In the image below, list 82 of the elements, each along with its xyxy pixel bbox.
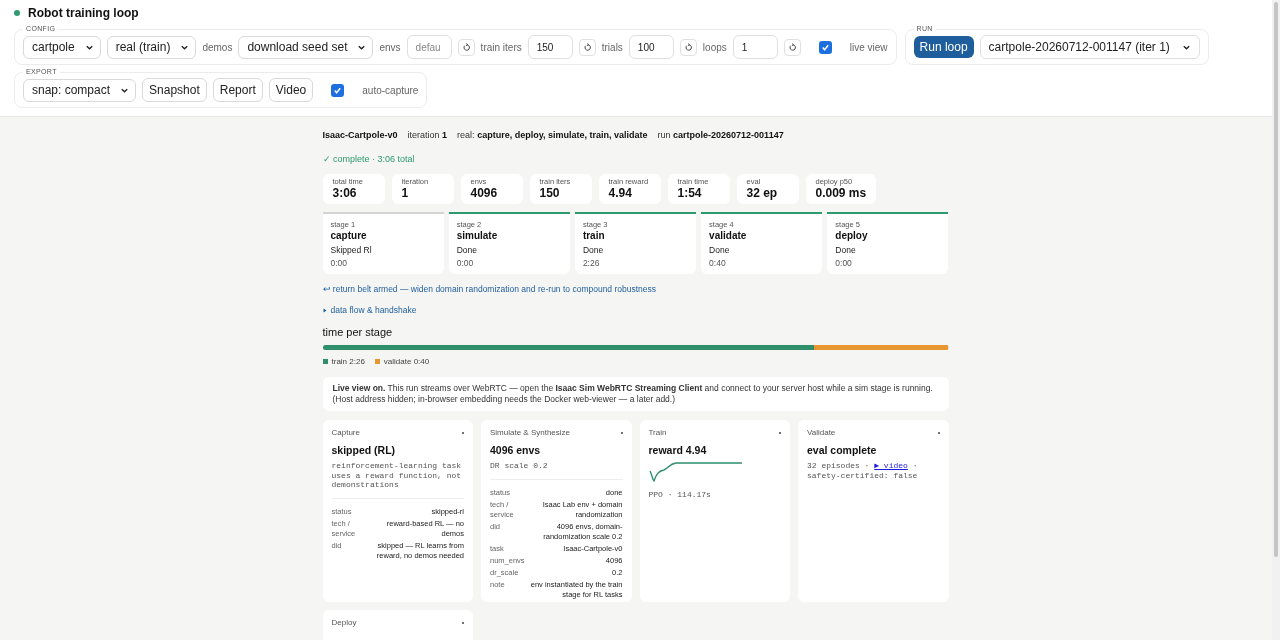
metric-value: 1:54 <box>677 186 703 202</box>
checkbox[interactable] <box>818 40 832 54</box>
card-title: Simulate & Synthesize <box>490 426 571 439</box>
legend-label: train 2:26 <box>331 355 365 368</box>
field-label: demos <box>202 40 233 55</box>
scrollbar[interactable] <box>1272 0 1280 640</box>
video-link[interactable]: ▶ video <box>874 461 908 471</box>
card-title: Deploy <box>331 616 357 629</box>
stage-time: 0:40 <box>709 257 727 269</box>
run-dropdown[interactable]: cartpole-20260712-001147 (iter 1) <box>979 35 1200 59</box>
checkbox[interactable] <box>331 83 345 97</box>
dropdown[interactable]: download seed set <box>238 35 374 59</box>
disclosure-toggle[interactable]: data flow & handshake <box>330 304 417 317</box>
run-button[interactable]: Run loop <box>913 36 974 58</box>
stage-status: Skipped Rl <box>330 245 373 256</box>
reset-button[interactable] <box>578 38 596 56</box>
metric-value: 1 <box>401 186 410 202</box>
stage-name: validate <box>709 229 748 243</box>
dropdown[interactable]: cartpole <box>23 35 101 59</box>
card-title: Train <box>648 426 667 439</box>
card-headline: skipped (RL) <box>331 442 397 458</box>
stage-status: Done <box>835 245 857 256</box>
input-field[interactable]: 150 <box>527 35 573 59</box>
card-title: Capture <box>331 426 360 439</box>
card-headline: reward 4.94 <box>648 442 708 458</box>
reset-icon <box>582 42 592 52</box>
field-label: trials <box>601 40 623 55</box>
live-view-note: Live view on. This run streams over WebRTC — open the Isaac Sim WebRTC Streaming Client and connect to your server host while a sim stage is running. (Host address hidden; in-browser embedding needs the Docker web-viewer — a later add.) <box>332 382 934 405</box>
input-field[interactable]: 1 <box>732 35 778 59</box>
stage-name: train <box>582 229 606 243</box>
check-icon <box>820 42 830 52</box>
card-note: PPO · 114.17s <box>648 490 712 500</box>
dropdown[interactable]: real (train) <box>106 35 197 59</box>
return-link[interactable]: ↩ return belt armed — widen domain randomization and re-run to compound robustness <box>322 282 949 296</box>
stage-status: Done <box>582 245 605 256</box>
summary-item: Isaac-Cartpole-v0 <box>322 129 398 142</box>
stage-time: 2:26 <box>582 257 601 269</box>
stage-time: 0:00 <box>456 257 475 269</box>
stage-time: 0:00 <box>835 257 853 269</box>
card-title: Validate <box>807 426 836 439</box>
status-message: ✓ complete · 3:06 total <box>322 152 416 166</box>
reset-icon <box>787 42 797 52</box>
metric-value: 0.009 ms <box>815 186 867 202</box>
input-field[interactable]: defau <box>406 35 452 59</box>
stage-name: capture <box>330 229 368 243</box>
metric-value: 3:06 <box>332 186 358 202</box>
reset-button[interactable] <box>783 38 801 56</box>
stage-status: Done <box>709 245 731 256</box>
legend-label: validate 0:40 <box>383 355 430 368</box>
reset-icon <box>461 42 471 52</box>
card-note: reinforcement-learning task uses a reward function, not demonstrations <box>331 461 463 490</box>
metric-value: 4.94 <box>608 186 633 202</box>
metric-value: 4096 <box>470 186 499 202</box>
toolbar-button[interactable]: Snapshot <box>142 78 207 102</box>
summary-item: run cartpole-20260712-001147 <box>657 129 784 142</box>
stage-time: 0:00 <box>330 257 349 269</box>
input-field[interactable]: 100 <box>628 35 674 59</box>
card-note: DR scale 0.2 <box>490 461 549 471</box>
reset-button[interactable] <box>457 38 475 56</box>
field-label: train iters <box>480 40 522 55</box>
app-title: Robot training loop <box>28 5 139 22</box>
metric-value: 150 <box>539 186 561 202</box>
summary-item: real: capture, deploy, simulate, train, validate <box>457 129 648 142</box>
toolbar-button[interactable]: Video <box>268 78 314 102</box>
stage-name: simulate <box>456 229 499 243</box>
card-headline: eval complete <box>807 442 878 458</box>
dropdown[interactable]: snap: compact <box>23 78 137 102</box>
field-label: live view <box>849 40 888 55</box>
card-headline: 4096 envs <box>490 442 542 458</box>
card-note: 32 episodes · ▶ video · safety-certified: false <box>807 461 919 482</box>
reset-button[interactable] <box>679 38 697 56</box>
reset-icon <box>683 42 693 52</box>
stage-status: Done <box>456 245 478 256</box>
stage-name: deploy <box>835 229 869 243</box>
summary-item: iteration 1 <box>407 129 448 142</box>
field-label: auto-capture <box>362 83 419 98</box>
section-title: time per stage <box>322 325 394 340</box>
metric-value: 32 ep <box>746 186 779 202</box>
field-label: loops <box>702 40 727 55</box>
check-icon <box>333 85 343 95</box>
toolbar-button[interactable]: Report <box>212 78 263 102</box>
field-label: envs <box>379 40 401 55</box>
